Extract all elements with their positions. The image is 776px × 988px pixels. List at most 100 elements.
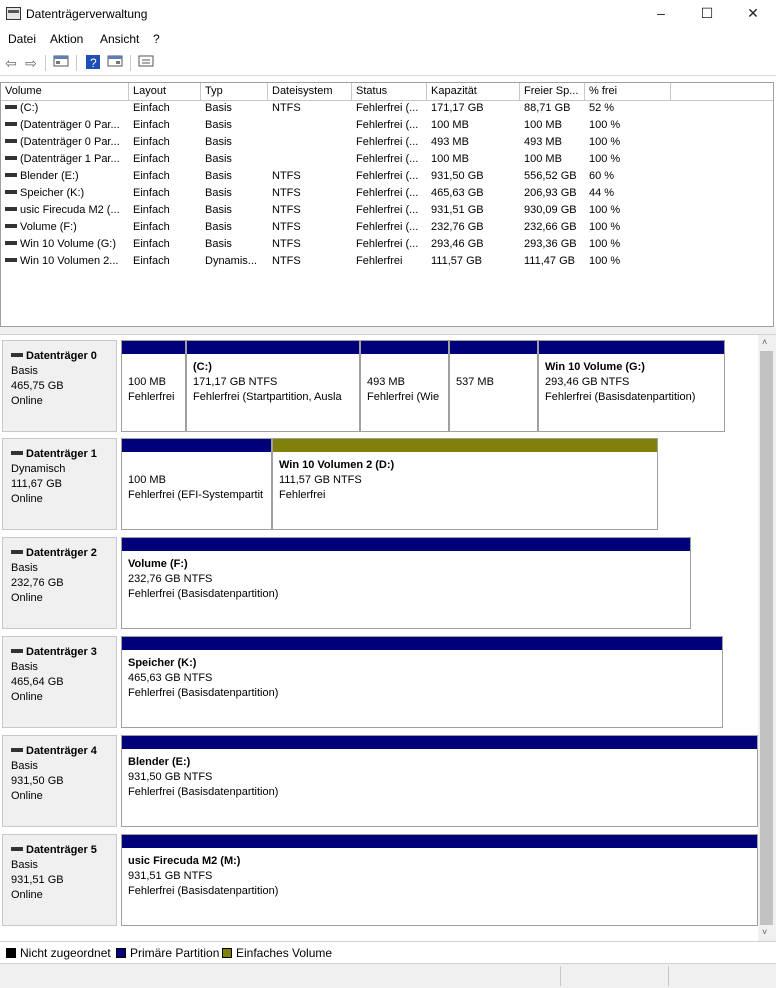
partition[interactable]: usic Firecuda M2 (M:) 931,51 GB NTFS Fehle… (121, 834, 758, 926)
menu-datei[interactable]: Datei (8, 32, 36, 46)
partition[interactable]: 537 MB (449, 340, 538, 432)
disk-label[interactable]: Datenträger 5 Basis 931,51 GB Online (2, 834, 117, 926)
cell-text: 100 MB (524, 119, 562, 131)
cell-status: Fehlerfrei (... (352, 203, 427, 220)
scrollbar-thumb[interactable] (760, 351, 773, 925)
cell-text: Basis (205, 119, 232, 131)
table-row[interactable]: (Datenträger 1 Par... Einfach Basis Fehlerf… (1, 152, 773, 169)
disk-name: Datenträger 4 (26, 745, 97, 757)
cell-text: Win 10 Volumen 2... (20, 255, 119, 267)
disk-label[interactable]: Datenträger 0 Basis 465,75 GB Online (2, 340, 117, 432)
properties-icon[interactable] (106, 54, 124, 72)
cell-text: Volume (F:) (20, 221, 77, 233)
scroll-down-icon[interactable]: ˅ (762, 927, 767, 937)
cell-text: 60 % (589, 170, 615, 182)
cell-typ: Basis (201, 237, 268, 254)
cell-layout: Einfach (129, 203, 201, 220)
cell-kapazitaet: 232,76 GB (427, 220, 520, 237)
pane-splitter[interactable] (0, 327, 776, 335)
settings-view-icon[interactable] (137, 54, 155, 72)
column-header-prozent-frei[interactable]: % frei (585, 83, 671, 100)
partition[interactable]: Win 10 Volumen 2 (D:) 111,57 GB NTFS Fehle… (272, 438, 658, 530)
cell-text: 493 MB (431, 136, 469, 148)
disk-icon (11, 353, 23, 358)
menu-help[interactable]: ? (153, 32, 160, 46)
cell-text: 465,63 GB (431, 187, 484, 199)
cell-kapazitaet: 100 MB (427, 118, 520, 135)
disk-type: Basis (11, 365, 38, 377)
toolbar-separator (130, 55, 131, 71)
cell-text: 100 % (589, 119, 621, 131)
disk-label[interactable]: Datenträger 2 Basis 232,76 GB Online (2, 537, 117, 629)
scroll-up-icon[interactable]: ˄ (762, 337, 767, 347)
partition[interactable]: 100 MB Fehlerfrei (121, 340, 186, 432)
maximize-button[interactable]: ☐ (684, 0, 730, 28)
cell-text: 930,09 GB (524, 204, 577, 216)
menu-aktion[interactable]: Aktion (50, 32, 83, 46)
partition[interactable]: Blender (E:) 931,50 GB NTFS Fehlerfrei (Ba… (121, 735, 758, 827)
partition[interactable]: 100 MB Fehlerfrei (EFI-Systempartit (121, 438, 272, 530)
column-header-layout[interactable]: Layout (129, 83, 201, 100)
disk-name: Datenträger 5 (26, 844, 97, 856)
cell-text: Fehlerfrei (... (356, 153, 419, 165)
minimize-button[interactable]: – (638, 0, 684, 28)
close-button[interactable]: ✕ (730, 0, 776, 28)
vertical-scrollbar[interactable]: ˄ ˅ (758, 335, 776, 941)
help-icon[interactable]: ? (84, 54, 102, 72)
column-header-kapazitaet[interactable]: Kapazität (427, 83, 520, 100)
table-row[interactable]: usic Firecuda M2 (... Einfach Basis NTFS Feh… (1, 203, 773, 220)
partition[interactable]: Win 10 Volume (G:) 293,46 GB NTFS Fehlerfr… (538, 340, 725, 432)
toolbar-separator (76, 55, 77, 71)
table-row[interactable]: (Datenträger 0 Par... Einfach Basis Fehlerf… (1, 118, 773, 135)
partition[interactable]: (C:) 171,17 GB NTFS Fehlerfrei (Startparti… (186, 340, 360, 432)
menu-ansicht[interactable]: Ansicht (100, 32, 139, 46)
partition-l2: Fehlerfrei (Startpartition, Ausla (193, 391, 342, 403)
disk-label[interactable]: Datenträger 3 Basis 465,64 GB Online (2, 636, 117, 728)
cell-text: Einfach (133, 255, 170, 267)
cell-status: Fehlerfrei (... (352, 101, 427, 118)
partition[interactable]: Speicher (K:) 465,63 GB NTFS Fehlerfrei (B… (121, 636, 723, 728)
cell-freier-speicher: 100 MB (520, 118, 585, 135)
table-row[interactable]: Blender (E:) Einfach Basis NTFS Fehlerfrei (… (1, 169, 773, 186)
back-arrow-icon[interactable]: ⇦ (2, 54, 20, 72)
disk-label[interactable]: Datenträger 4 Basis 931,50 GB Online (2, 735, 117, 827)
cell-text: 111,57 GB (431, 255, 482, 267)
cell-text: Basis (205, 170, 232, 182)
column-header-volume[interactable]: Volume (1, 83, 129, 100)
column-header-freier-speicher[interactable]: Freier Sp... (520, 83, 585, 100)
cell-freier-speicher: 556,52 GB (520, 169, 585, 186)
cell-kapazitaet: 100 MB (427, 152, 520, 169)
cell-text: 293,46 GB (431, 238, 484, 250)
disk-label[interactable]: Datenträger 1 Dynamisch 111,67 GB Online (2, 438, 117, 530)
table-row[interactable]: Win 10 Volumen 2... Einfach Dynamis... NTFS… (1, 254, 773, 271)
cell-text: 52 % (589, 102, 615, 114)
partition[interactable]: 493 MB Fehlerfrei (Wie (360, 340, 449, 432)
column-header-status[interactable]: Status (352, 83, 427, 100)
cell-freier-speicher: 232,66 GB (520, 220, 585, 237)
cell-prozent-frei: 100 % (585, 203, 671, 220)
list-view-icon[interactable] (52, 54, 70, 72)
cell-typ: Dynamis... (201, 254, 268, 271)
column-header-dateisystem[interactable]: Dateisystem (268, 83, 352, 100)
table-row[interactable]: (Datenträger 0 Par... Einfach Basis Fehlerf… (1, 135, 773, 152)
table-row[interactable]: Win 10 Volume (G:) Einfach Basis NTFS Fehler… (1, 237, 773, 254)
cell-volume: Speicher (K:) (1, 186, 129, 203)
cell-freier-speicher: 930,09 GB (520, 203, 585, 220)
partition-l1: 931,51 GB NTFS (128, 870, 213, 882)
table-row[interactable]: Volume (F:) Einfach Basis NTFS Fehlerfrei (.… (1, 220, 773, 237)
cell-text: 232,66 GB (524, 221, 577, 233)
cell-prozent-frei: 100 % (585, 135, 671, 152)
cell-text: NTFS (272, 255, 301, 267)
cell-text: Fehlerfrei (... (356, 238, 419, 250)
forward-arrow-icon[interactable]: ⇨ (22, 54, 40, 72)
disk-size: 931,51 GB (11, 874, 64, 886)
partition[interactable]: Volume (F:) 232,76 GB NTFS Fehlerfrei (Bas… (121, 537, 691, 629)
table-row[interactable]: (C:) Einfach Basis NTFS Fehlerfrei (... 171,1… (1, 101, 773, 118)
cell-volume: usic Firecuda M2 (... (1, 203, 129, 220)
cell-text: (Datenträger 1 Par... (20, 153, 120, 165)
cell-text: 100 MB (431, 153, 469, 165)
column-header-typ[interactable]: Typ (201, 83, 268, 100)
status-separator (560, 966, 561, 986)
cell-text: NTFS (272, 102, 301, 114)
table-row[interactable]: Speicher (K:) Einfach Basis NTFS Fehlerfrei … (1, 186, 773, 203)
